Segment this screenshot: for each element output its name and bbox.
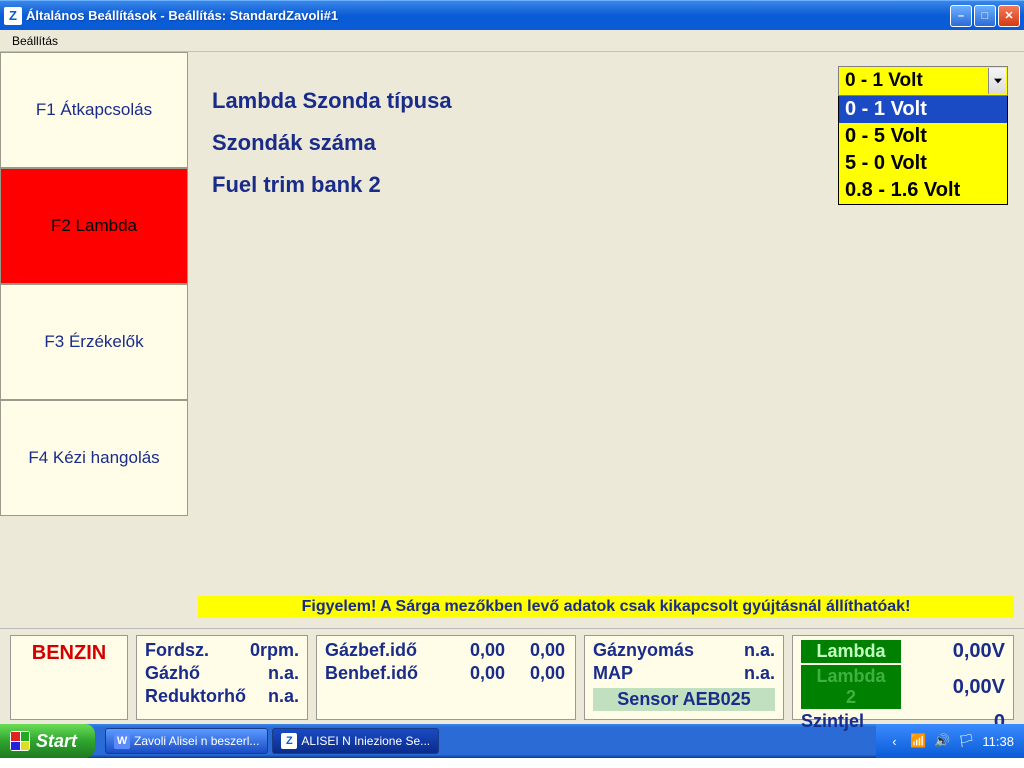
- lambda-type-combo-wrap: 0 - 1 Volt 0 - 1 Volt 0 - 5 Volt 5 - 0 V…: [838, 66, 1008, 205]
- map-value: n.a.: [744, 663, 775, 684]
- sensor-label: Sensor AEB025: [593, 688, 775, 711]
- app-icon: Z: [4, 7, 22, 25]
- gaznyomas-label: Gáznyomás: [593, 640, 694, 661]
- panel-pressure: Gáznyomás n.a. MAP n.a. Sensor AEB025: [584, 635, 784, 720]
- start-label: Start: [36, 731, 77, 752]
- taskbar-item-label: ALISEI N Iniezione Se...: [301, 734, 430, 748]
- reduktorho-label: Reduktorhő: [145, 686, 246, 707]
- tray-volume-icon[interactable]: 🔊: [934, 733, 950, 749]
- start-button[interactable]: Start: [0, 724, 95, 758]
- gazho-label: Gázhő: [145, 663, 200, 684]
- tray-network-icon[interactable]: 📶: [910, 733, 926, 749]
- panel-injection: Gázbef.idő0,000,00 Benbef.idő0,000,00: [316, 635, 576, 720]
- combo-option[interactable]: 0.8 - 1.6 Volt: [839, 177, 1007, 204]
- combo-option[interactable]: 0 - 5 Volt: [839, 123, 1007, 150]
- benbef-label: Benbef.idő: [325, 663, 445, 684]
- status-bar: BENZIN Fordsz. 0rpm. Gázhő n.a. Reduktorhő…: [0, 628, 1024, 724]
- fordsz-label: Fordsz.: [145, 640, 209, 661]
- tab-f3-erzekelok[interactable]: F3 Érzékelők: [0, 284, 188, 400]
- word-icon: W: [114, 733, 130, 749]
- menu-beallitas[interactable]: Beállítás: [4, 32, 66, 50]
- lambda1-value: 0,00V: [953, 640, 1005, 663]
- app-icon: Z: [281, 733, 297, 749]
- lambda2-value: 0,00V: [953, 676, 1005, 699]
- fuel-mode-panel: BENZIN: [10, 635, 128, 720]
- system-tray: ‹ 📶 🔊 🏳 11:38: [876, 724, 1024, 758]
- tray-flag-icon[interactable]: 🏳: [958, 733, 974, 749]
- minimize-button[interactable]: –: [950, 5, 972, 27]
- taskbar-item[interactable]: W Zavoli Alisei n beszerl...: [105, 728, 268, 754]
- workspace: F1 Átkapcsolás F2 Lambda F3 Érzékelők F4…: [0, 52, 1024, 628]
- combo-selected-value: 0 - 1 Volt: [845, 70, 923, 92]
- map-label: MAP: [593, 663, 633, 684]
- taskbar-item-label: Zavoli Alisei n beszerl...: [134, 734, 259, 748]
- tray-clock[interactable]: 11:38: [982, 734, 1014, 749]
- windows-logo-icon: [10, 731, 30, 751]
- fordsz-value: 0rpm.: [250, 640, 299, 661]
- reduktorho-value: n.a.: [268, 686, 299, 707]
- taskbar-items: W Zavoli Alisei n beszerl... Z ALISEI N …: [105, 728, 439, 754]
- tray-back-icon[interactable]: ‹: [886, 733, 902, 749]
- combo-option[interactable]: 5 - 0 Volt: [839, 150, 1007, 177]
- tab-f2-lambda[interactable]: F2 Lambda: [0, 168, 188, 284]
- tab-f4-kezi-hangolas[interactable]: F4 Kézi hangolás: [0, 400, 188, 516]
- benbef-v2: 0,00: [505, 663, 565, 684]
- close-button[interactable]: ✕: [998, 5, 1020, 27]
- gazbef-label: Gázbef.idő: [325, 640, 445, 661]
- titlebar: Z Általános Beállítások - Beállítás: Sta…: [0, 0, 1024, 30]
- benbef-v1: 0,00: [445, 663, 505, 684]
- menubar: Beállítás: [0, 30, 1024, 52]
- gazho-value: n.a.: [268, 663, 299, 684]
- lambda-type-combobox[interactable]: 0 - 1 Volt: [838, 66, 1008, 96]
- gazbef-v1: 0,00: [445, 640, 505, 661]
- lambda2-badge: Lambda 2: [801, 665, 901, 709]
- gazbef-v2: 0,00: [505, 640, 565, 661]
- window-title: Általános Beállítások - Beállítás: Stand…: [26, 8, 950, 23]
- maximize-button[interactable]: □: [974, 5, 996, 27]
- panel-engine: Fordsz. 0rpm. Gázhő n.a. Reduktorhő n.a.: [136, 635, 308, 720]
- szintjel-label: Szintjel: [801, 711, 864, 734]
- panel-lambda: Lambda0,00V Lambda 20,00V Szintjel0: [792, 635, 1014, 720]
- taskbar-item[interactable]: Z ALISEI N Iniezione Se...: [272, 728, 439, 754]
- gaznyomas-value: n.a.: [744, 640, 775, 661]
- tab-f1-atkapcsolas[interactable]: F1 Átkapcsolás: [0, 52, 188, 168]
- main-panel: Lambda Szonda típusa Szondák száma Fuel …: [188, 52, 1024, 628]
- fuel-mode-value: BENZIN: [32, 642, 106, 665]
- lambda-type-dropdown: 0 - 1 Volt 0 - 5 Volt 5 - 0 Volt 0.8 - 1…: [838, 96, 1008, 205]
- lambda1-badge: Lambda: [801, 640, 901, 663]
- chevron-down-icon[interactable]: [988, 68, 1006, 94]
- combo-option[interactable]: 0 - 1 Volt: [839, 96, 1007, 123]
- sidebar: F1 Átkapcsolás F2 Lambda F3 Érzékelők F4…: [0, 52, 188, 628]
- warning-banner: Figyelem! A Sárga mezőkben levő adatok c…: [198, 596, 1014, 618]
